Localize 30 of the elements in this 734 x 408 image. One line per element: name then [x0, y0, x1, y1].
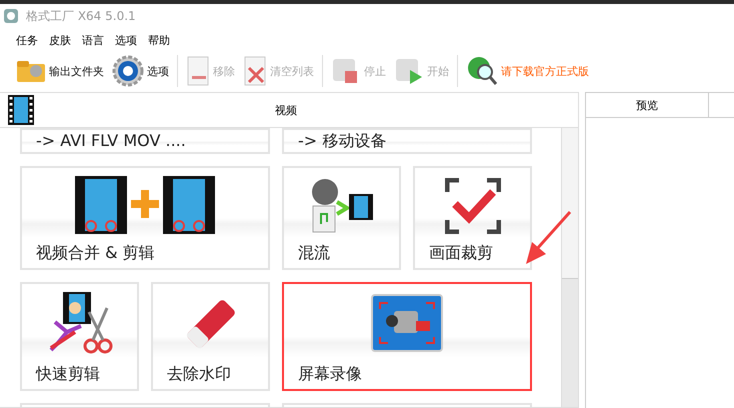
toolbar-button[interactable]: 选项	[108, 51, 173, 91]
panel-title: 视频	[274, 102, 298, 118]
film-strip-icon	[8, 95, 34, 125]
play-icon	[394, 56, 424, 86]
camcorder-icon	[370, 293, 444, 355]
toolbar-button[interactable]: 输出文件夹	[12, 51, 108, 91]
menu-item[interactable]: 任务	[16, 32, 38, 48]
menu-item[interactable]: 帮助	[148, 32, 170, 48]
film-merge-scissors-icon	[75, 176, 215, 236]
tool-tile[interactable]: 视频合并 & 剪辑	[20, 166, 270, 270]
tool-tile[interactable]: -> 移动设备	[282, 128, 532, 154]
app-icon	[4, 9, 18, 23]
column-header[interactable]: 预览	[586, 93, 709, 117]
tool-tile[interactable]: -> AVI FLV MOV ....	[20, 128, 270, 154]
menu-item[interactable]: 选项	[115, 32, 137, 48]
tool-tile[interactable]: 屏幕录像	[282, 282, 532, 391]
tool-tile[interactable]: 画面裁剪	[413, 166, 532, 270]
folder-icon	[16, 59, 46, 83]
document-cross-icon	[243, 56, 267, 86]
document-minus-icon	[186, 56, 210, 86]
tool-tile[interactable]: 混流	[282, 166, 401, 270]
gear-icon	[112, 55, 144, 87]
tool-tile[interactable]: 快速剪辑	[20, 282, 139, 391]
window-title: 格式工厂 X64 5.0.1	[26, 8, 136, 24]
tool-tile[interactable]: 去除水印	[151, 282, 270, 391]
crop-check-icon	[444, 178, 500, 234]
menu-item[interactable]: 语言	[82, 32, 104, 48]
scrollbar[interactable]	[561, 128, 578, 407]
menu-item[interactable]: 皮肤	[49, 32, 71, 48]
globe-magnifier-icon	[466, 55, 498, 87]
